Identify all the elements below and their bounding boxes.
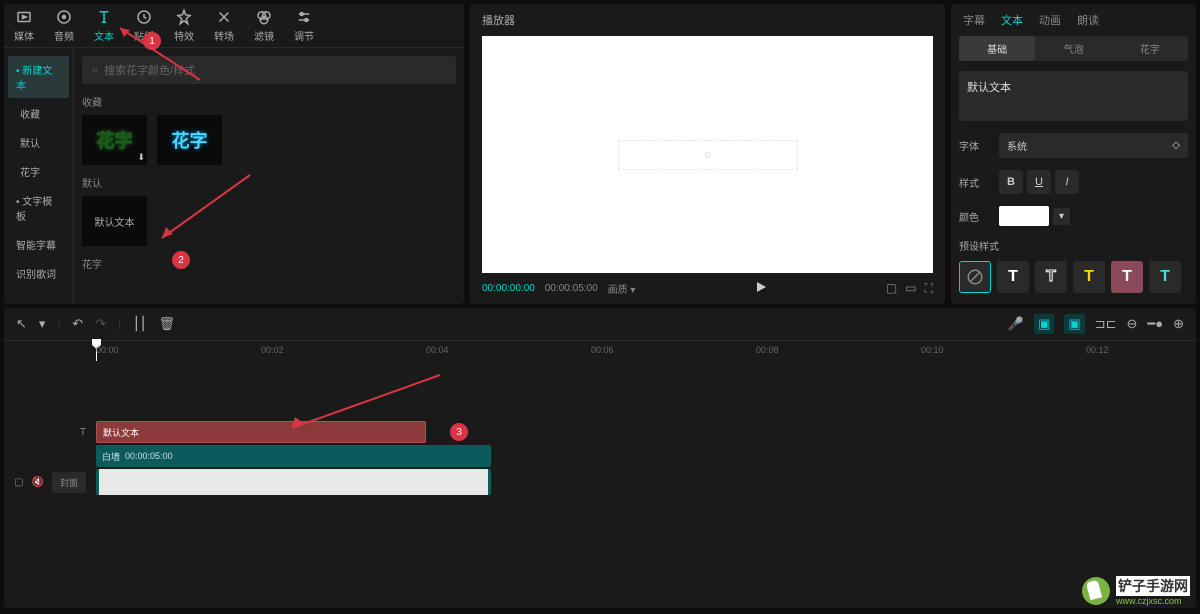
pointer-tool[interactable]: ↖ [16,316,27,332]
undo-button[interactable]: ↶ [72,316,83,332]
subtab-huazi[interactable]: 花字 [1112,36,1188,61]
delete-tool[interactable]: 🗑 [159,316,176,332]
zoom-out-icon[interactable]: ⊖ [1127,316,1138,332]
text-sidebar: • 新建文本 收藏 默认 花字 • 文字模板 智能字幕 识别歌词 [4,48,74,304]
snap-link[interactable]: ▣ [1064,314,1084,334]
color-dropdown[interactable]: ▾ [1053,208,1070,225]
audio-clip[interactable]: 白墙 00:00:05:00 [96,445,491,467]
properties-panel: 字幕 文本 动画 朗读 基础 气泡 花字 字体 系统◇ 样式 B U I 颜色 … [951,4,1196,304]
color-label: 颜色 [959,209,999,224]
chevron-icon: ◇ [1172,140,1180,151]
tool-audio[interactable]: 音频 [54,8,74,43]
quality-select[interactable]: 画质 ▾ [608,281,636,296]
style-label: 样式 [959,175,999,190]
search-icon: ⌕ [92,64,98,77]
zoom-slider[interactable]: ━● [1147,316,1163,332]
watermark-logo [1082,577,1110,605]
preset-3[interactable]: T [1073,261,1105,293]
zoom-in-icon[interactable]: ⊕ [1173,316,1184,332]
annotation-3: 3 [450,423,468,441]
font-select[interactable]: 系统◇ [999,133,1188,158]
text-track-icon: T [80,427,86,438]
bold-button[interactable]: B [999,170,1023,194]
color-swatch[interactable] [999,206,1049,226]
text-input[interactable] [959,71,1188,121]
subtab-basic[interactable]: 基础 [959,36,1035,61]
selection-tool[interactable]: ▾ [39,316,46,332]
thumb-huazi-2[interactable]: 花字 [157,115,222,165]
font-label: 字体 [959,138,999,153]
watermark: 铲子手游网 www.czjxsc.com [1082,576,1190,606]
search-bar[interactable]: ⌕ 搜索花字颜色/样式 [82,56,456,84]
sidebar-new-text[interactable]: • 新建文本 [8,56,69,98]
preset-1[interactable]: T [997,261,1029,293]
time-current: 00:00:00:00 [482,283,535,294]
player-canvas[interactable]: ◌ [482,36,933,273]
tab-subtitle[interactable]: 字幕 [963,12,985,28]
tool-transition[interactable]: 转场 [214,8,234,43]
video-track-icon: ▢ [14,477,23,488]
search-placeholder: 搜索花字颜色/样式 [104,62,195,78]
italic-button[interactable]: I [1055,170,1079,194]
mic-icon[interactable]: 🎤 [1008,316,1024,332]
sidebar-template[interactable]: • 文字模板 [8,187,69,229]
section-huazi: 花字 [82,256,456,271]
content-area: ⌕ 搜索花字颜色/样式 收藏 花字⬇ 花字 默认 默认文本 花字 [74,48,464,304]
preset-2[interactable]: T [1035,261,1067,293]
snap-magnet[interactable]: ▣ [1034,314,1054,334]
play-button[interactable] [645,281,875,296]
sidebar-default[interactable]: 默认 [8,129,69,156]
time-ruler[interactable]: 00:00 00:02 00:04 00:06 00:08 00:10 00:1… [96,341,1196,361]
split-tool[interactable]: ⎮⎮ [133,316,147,332]
redo-button[interactable]: ↷ [95,316,106,332]
sidebar-caption[interactable]: 智能字幕 [8,231,69,258]
download-icon: ⬇ [137,152,145,163]
section-default: 默认 [82,175,456,190]
watermark-url: www.czjxsc.com [1116,596,1190,606]
snapshot-icon[interactable]: ▢ [886,281,897,296]
player-title: 播放器 [470,4,945,36]
sidebar-huazi[interactable]: 花字 [8,158,69,185]
watermark-title: 铲子手游网 [1116,576,1190,596]
section-favorites: 收藏 [82,94,456,109]
tool-effect[interactable]: 特效 [174,8,194,43]
preset-none[interactable] [959,261,991,293]
underline-button[interactable]: U [1027,170,1051,194]
top-toolbar: 媒体 音频 文本 贴纸 特效 转场 滤镜 调节 [4,4,464,48]
preset-5[interactable]: T [1149,261,1181,293]
ratio-icon[interactable]: ▭ [905,281,916,296]
left-panel: 媒体 音频 文本 贴纸 特效 转场 滤镜 调节 • 新建文本 收藏 默认 花字 … [4,4,464,304]
thumb-default-text[interactable]: 默认文本 [82,196,147,246]
text-clip[interactable]: 默认文本 [96,421,426,443]
sidebar-lyrics[interactable]: 识别歌词 [8,260,69,287]
player-panel: 播放器 ◌ 00:00:00:00 00:00:05:00 画质 ▾ ▢ ▭ ⛶ [470,4,945,304]
video-clip[interactable] [96,469,491,495]
tab-read[interactable]: 朗读 [1077,12,1099,28]
time-total: 00:00:05:00 [545,283,598,294]
preset-label: 预设样式 [959,238,999,253]
timeline-panel: ↖ ▾ | ↶ ↷ | ⎮⎮ 🗑 🎤 ▣ ▣ ⊐⊏ ⊖ ━● ⊕ 00:00 0… [4,308,1196,608]
tool-filter[interactable]: 滤镜 [254,8,274,43]
preset-4[interactable]: T [1111,261,1143,293]
fullscreen-icon[interactable]: ⛶ [925,281,933,296]
align-icon[interactable]: ⊐⊏ [1095,316,1117,332]
mute-icon[interactable]: 🔇 [32,477,44,488]
sidebar-favorites[interactable]: 收藏 [8,100,69,127]
thumb-huazi-1[interactable]: 花字⬇ [82,115,147,165]
tab-text[interactable]: 文本 [1001,12,1023,28]
cover-button[interactable]: 封面 [52,472,86,493]
annotation-2: 2 [172,251,190,269]
subtab-bubble[interactable]: 气泡 [1035,36,1111,61]
tool-media[interactable]: 媒体 [14,8,34,43]
loading-icon: ◌ [704,149,711,161]
tool-text[interactable]: 文本 [94,8,114,43]
tool-adjust[interactable]: 调节 [294,8,314,43]
tab-animation[interactable]: 动画 [1039,12,1061,28]
annotation-1: 1 [143,32,161,50]
